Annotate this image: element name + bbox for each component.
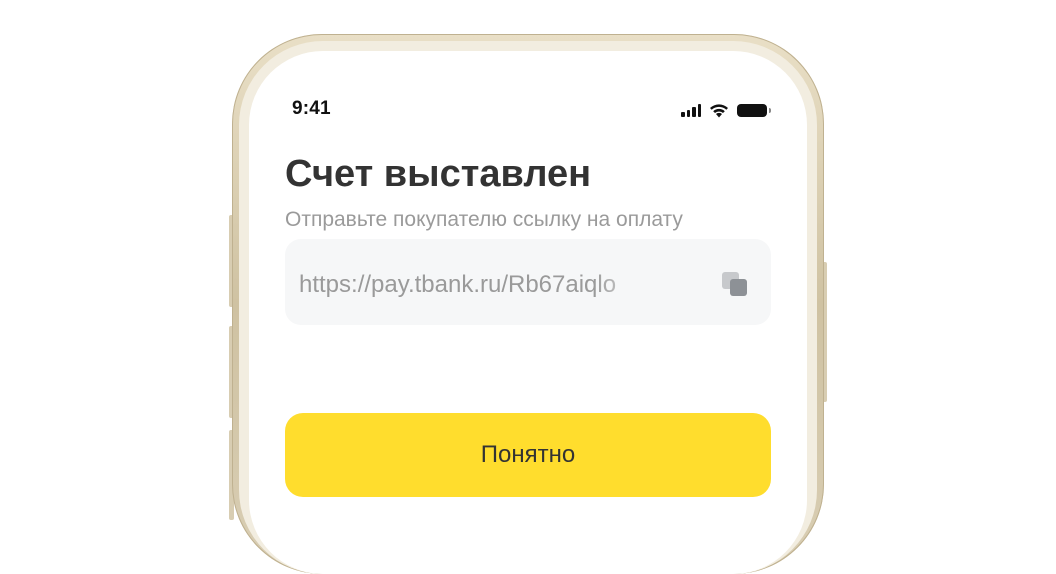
wifi-icon — [710, 104, 728, 118]
battery-icon — [737, 104, 771, 117]
ok-button[interactable]: Понятно — [285, 413, 771, 497]
copy-icon[interactable] — [720, 270, 750, 298]
payment-link-text[interactable]: https://pay.tbank.ru/Rb67aiqlo — [299, 271, 659, 299]
payment-link-field[interactable]: https://pay.tbank.ru/Rb67aiqlo — [285, 239, 771, 325]
status-time: 9:41 — [292, 98, 331, 119]
page-subtitle: Отправьте покупателю ссылку на оплату — [285, 208, 683, 231]
status-icons — [681, 103, 771, 118]
phone-frame: 9:41 Счет выставлен Отправьте покупателю… — [232, 34, 824, 574]
signal-icon — [681, 104, 701, 117]
page-title: Счет выставлен — [285, 153, 592, 195]
phone-screen: 9:41 Счет выставлен Отправьте покупателю… — [249, 51, 807, 574]
